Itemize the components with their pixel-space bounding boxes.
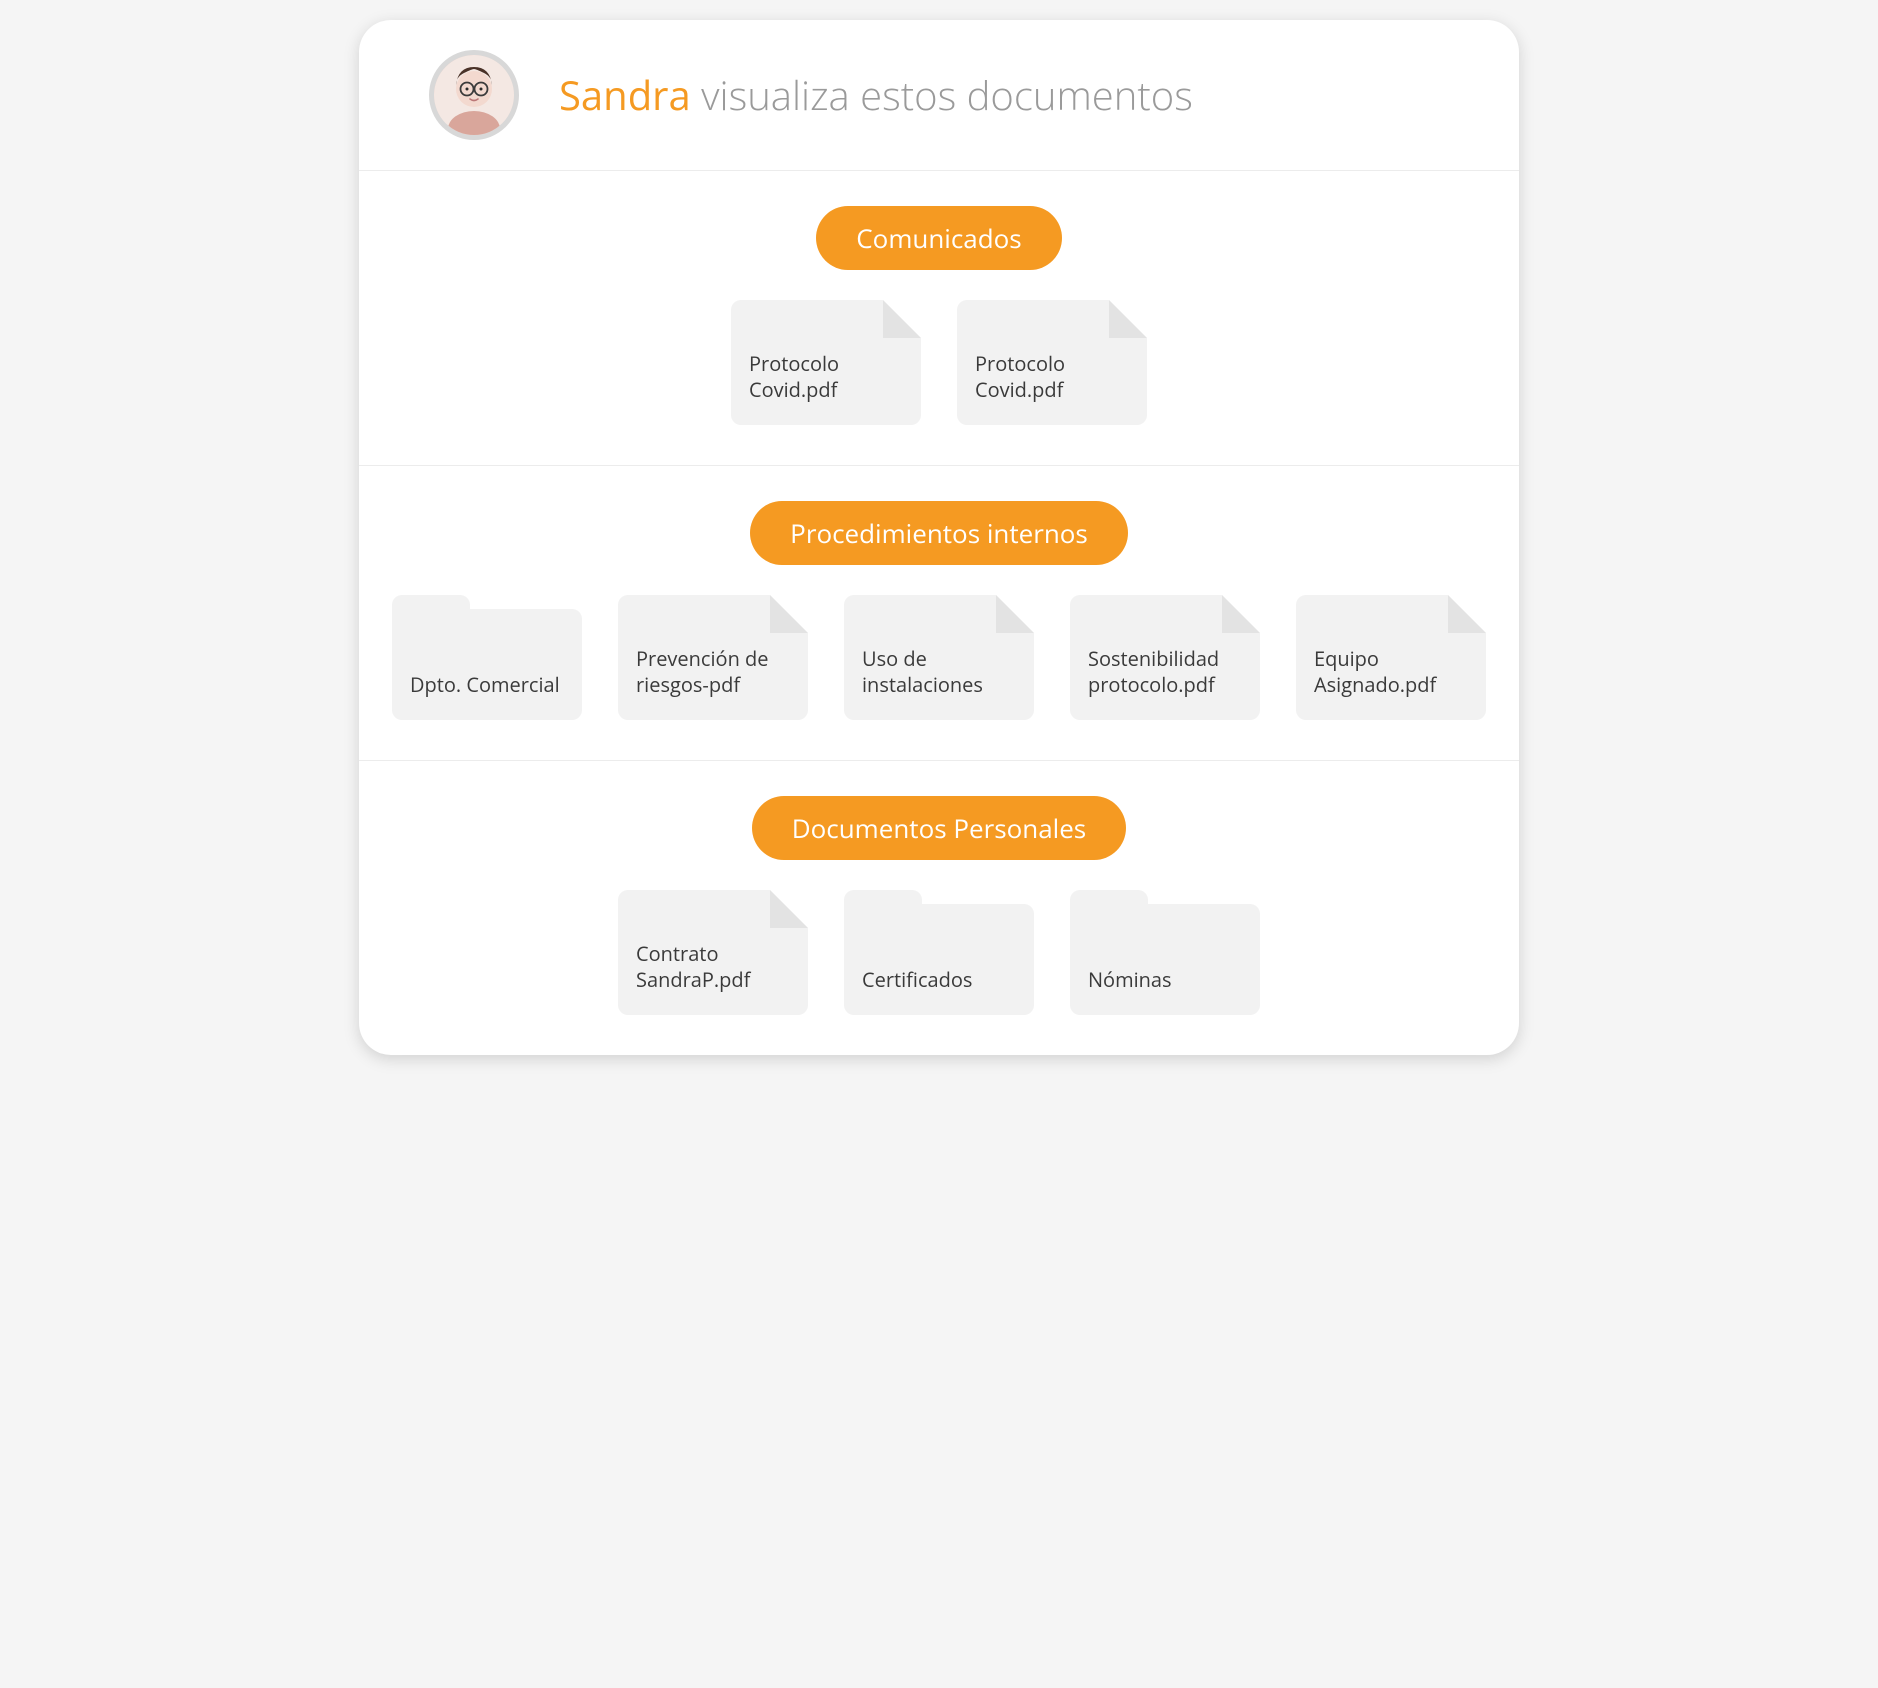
- document-file[interactable]: Protocolo Covid.pdf: [731, 300, 921, 425]
- document-folder[interactable]: Dpto. Comercial: [392, 609, 582, 720]
- title-suffix: visualiza estos documentos: [691, 67, 1193, 122]
- folder-label: Nóminas: [1088, 967, 1172, 993]
- file-label: Sostenibilidad protocolo.pdf: [1088, 646, 1242, 698]
- folder-label: Dpto. Comercial: [410, 672, 560, 698]
- section-pill: Comunicados: [816, 206, 1061, 270]
- section-pill: Procedimientos internos: [750, 501, 1128, 565]
- section-comunicados: Comunicados Protocolo Covid.pdf Protocol…: [359, 171, 1519, 466]
- document-file[interactable]: Protocolo Covid.pdf: [957, 300, 1147, 425]
- card-header: Sandra visualiza estos documentos: [359, 20, 1519, 171]
- items-row: Contrato SandraP.pdf Certificados Nómina…: [618, 890, 1260, 1015]
- file-label: Equipo Asignado.pdf: [1314, 646, 1468, 698]
- avatar-icon: [434, 55, 514, 135]
- file-label: Prevención de riesgos-pdf: [636, 646, 790, 698]
- user-name: Sandra: [559, 67, 691, 122]
- file-label: Protocolo Covid.pdf: [975, 351, 1129, 403]
- document-file[interactable]: Equipo Asignado.pdf: [1296, 595, 1486, 720]
- document-viewer-card: Sandra visualiza estos documentos Comuni…: [359, 20, 1519, 1055]
- document-file[interactable]: Sostenibilidad protocolo.pdf: [1070, 595, 1260, 720]
- folder-label: Certificados: [862, 967, 972, 993]
- document-folder[interactable]: Nóminas: [1070, 904, 1260, 1015]
- page-title: Sandra visualiza estos documentos: [559, 71, 1193, 119]
- document-file[interactable]: Uso de instalaciones: [844, 595, 1034, 720]
- file-label: Contrato SandraP.pdf: [636, 941, 790, 993]
- document-folder[interactable]: Certificados: [844, 904, 1034, 1015]
- user-avatar: [429, 50, 519, 140]
- section-pill: Documentos Personales: [752, 796, 1126, 860]
- file-label: Protocolo Covid.pdf: [749, 351, 903, 403]
- document-file[interactable]: Prevención de riesgos-pdf: [618, 595, 808, 720]
- section-procedimientos: Procedimientos internos Dpto. Comercial …: [359, 466, 1519, 761]
- items-row: Protocolo Covid.pdf Protocolo Covid.pdf: [731, 300, 1147, 425]
- section-personales: Documentos Personales Contrato SandraP.p…: [359, 761, 1519, 1055]
- document-file[interactable]: Contrato SandraP.pdf: [618, 890, 808, 1015]
- items-row: Dpto. Comercial Prevención de riesgos-pd…: [392, 595, 1486, 720]
- file-label: Uso de instalaciones: [862, 646, 1016, 698]
